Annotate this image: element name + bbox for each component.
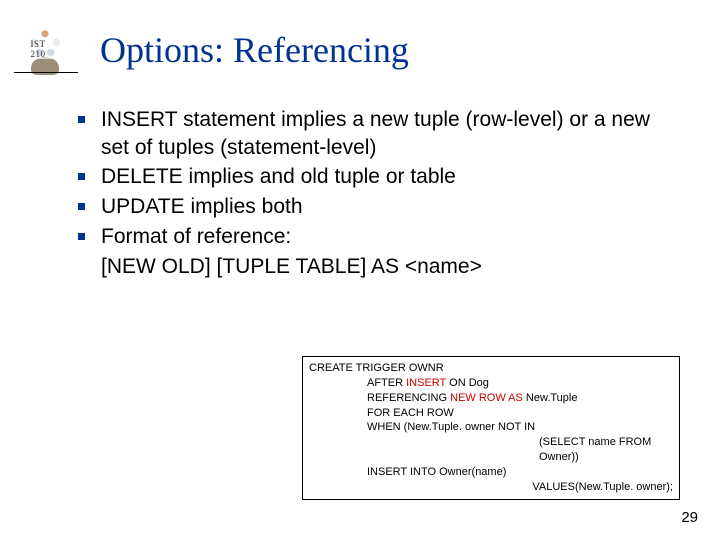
code-line: (SELECT name FROM Owner)) bbox=[539, 435, 673, 465]
list-item: Format of reference: bbox=[78, 223, 678, 251]
slide: IST 210 Options: Referencing INSERT stat… bbox=[0, 0, 720, 540]
list-text: Format of reference: bbox=[101, 223, 678, 251]
code-text: ON Dog bbox=[446, 377, 489, 389]
code-text: REFERENCING bbox=[367, 392, 450, 404]
page-number: 29 bbox=[681, 509, 698, 526]
list-item: UPDATE implies both bbox=[78, 193, 678, 221]
bullet-icon bbox=[78, 173, 85, 180]
list-item: DELETE implies and old tuple or table bbox=[78, 163, 678, 191]
bullet-icon bbox=[78, 116, 85, 123]
course-logo: IST 210 bbox=[14, 25, 76, 75]
logo-label: IST 210 bbox=[30, 39, 61, 59]
code-text: New.Tuple bbox=[523, 392, 578, 404]
list-item: INSERT statement implies a new tuple (ro… bbox=[78, 106, 678, 161]
code-line: WHEN (New.Tuple. owner NOT IN bbox=[367, 420, 673, 435]
code-keyword: NEW ROW AS bbox=[450, 392, 523, 404]
list-text: UPDATE implies both bbox=[101, 193, 678, 221]
list-text: DELETE implies and old tuple or table bbox=[101, 163, 678, 191]
header-rule bbox=[14, 72, 78, 73]
bullet-icon bbox=[78, 233, 85, 240]
header: IST 210 Options: Referencing bbox=[14, 22, 694, 78]
code-box: CREATE TRIGGER OWNR AFTER INSERT ON Dog … bbox=[302, 356, 680, 500]
list-tail: [NEW OLD] [TUPLE TABLE] AS <name> bbox=[101, 253, 678, 281]
code-keyword: INSERT bbox=[406, 377, 446, 389]
slide-title: Options: Referencing bbox=[100, 29, 409, 71]
code-line: REFERENCING NEW ROW AS New.Tuple bbox=[367, 391, 673, 406]
body-list: INSERT statement implies a new tuple (ro… bbox=[78, 106, 678, 280]
list-text: INSERT statement implies a new tuple (ro… bbox=[101, 106, 678, 161]
code-line: AFTER INSERT ON Dog bbox=[367, 376, 673, 391]
code-text: AFTER bbox=[367, 377, 406, 389]
code-line: FOR EACH ROW bbox=[367, 406, 673, 421]
bullet-icon bbox=[78, 203, 85, 210]
code-line: VALUES(New.Tuple. owner); bbox=[309, 480, 673, 495]
code-line: INSERT INTO Owner(name) bbox=[367, 465, 673, 480]
code-line: CREATE TRIGGER OWNR bbox=[309, 361, 673, 376]
